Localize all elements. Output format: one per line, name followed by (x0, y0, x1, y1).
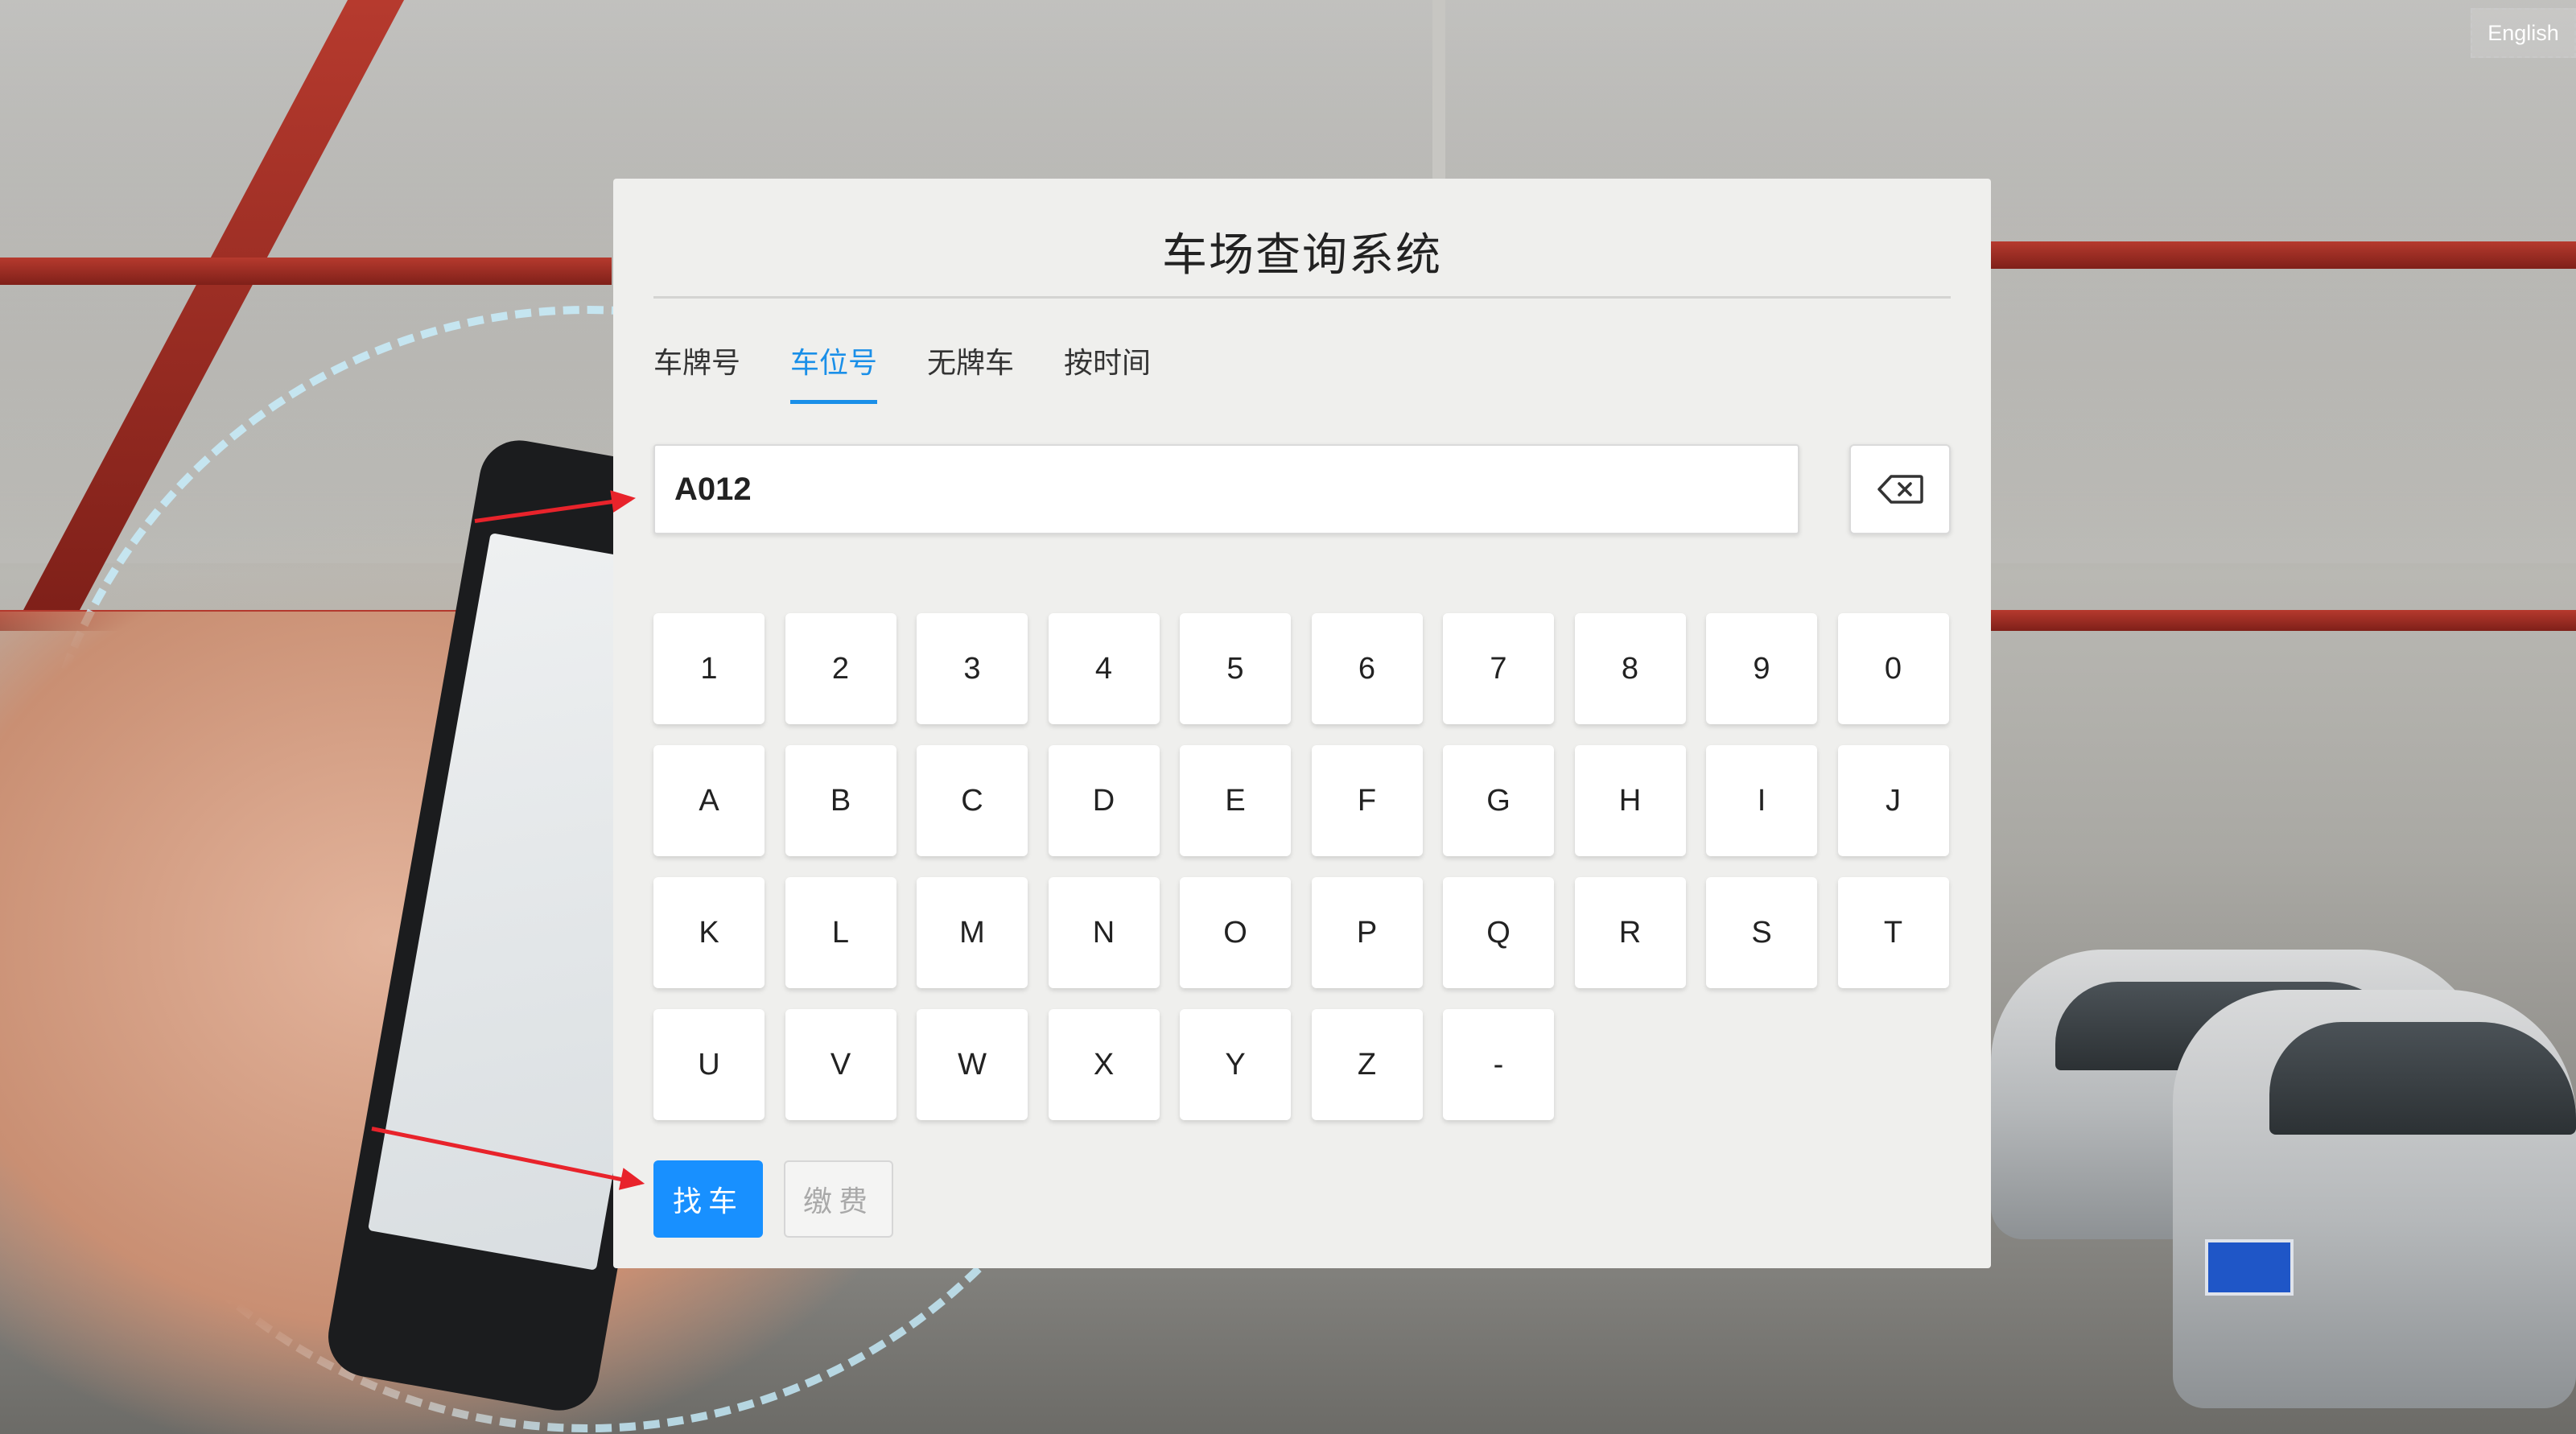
background-beam (0, 258, 612, 285)
key-h[interactable]: H (1574, 745, 1686, 856)
key-4[interactable]: 4 (1048, 613, 1160, 724)
search-mode-tabs: 车牌号 车位号 无牌车 按时间 (653, 340, 1201, 404)
key-g[interactable]: G (1443, 745, 1554, 856)
key-l[interactable]: L (785, 877, 896, 988)
background-car (2173, 990, 2576, 1408)
key-s[interactable]: S (1706, 877, 1817, 988)
key-k[interactable]: K (653, 877, 765, 988)
keyboard-row: 1234567890 (653, 613, 1951, 724)
key-d[interactable]: D (1048, 745, 1160, 856)
search-panel: 车场查询系统 车牌号 车位号 无牌车 按时间 A012 1234567890AB… (613, 179, 1991, 1268)
key-u[interactable]: U (653, 1009, 765, 1120)
backspace-button[interactable] (1849, 444, 1951, 534)
key-q[interactable]: Q (1443, 877, 1554, 988)
key-b[interactable]: B (785, 745, 896, 856)
key-7[interactable]: 7 (1443, 613, 1554, 724)
key-p[interactable]: P (1311, 877, 1423, 988)
language-button[interactable]: English (2471, 8, 2576, 58)
pay-fee-button[interactable]: 缴费 (784, 1160, 893, 1238)
key-0[interactable]: 0 (1837, 613, 1949, 724)
backspace-icon (1877, 475, 1923, 504)
key-r[interactable]: R (1574, 877, 1686, 988)
keyboard-row: UVWXYZ- (653, 1009, 1951, 1120)
key-9[interactable]: 9 (1706, 613, 1817, 724)
key-m[interactable]: M (917, 877, 1028, 988)
background-beam (1991, 610, 2576, 631)
key-3[interactable]: 3 (917, 613, 1028, 724)
key-o[interactable]: O (1180, 877, 1291, 988)
page-title: 车场查询系统 (1162, 229, 1442, 282)
key-8[interactable]: 8 (1574, 613, 1686, 724)
tab-plate-number[interactable]: 车牌号 (653, 340, 740, 404)
key-i[interactable]: I (1706, 745, 1817, 856)
key-w[interactable]: W (917, 1009, 1028, 1120)
key-v[interactable]: V (785, 1009, 896, 1120)
key-1[interactable]: 1 (653, 613, 765, 724)
key-x[interactable]: X (1048, 1009, 1160, 1120)
key-z[interactable]: Z (1311, 1009, 1423, 1120)
title-divider (653, 296, 1951, 299)
key-2[interactable]: 2 (785, 613, 896, 724)
keyboard-row: KLMNOPQRST (653, 877, 1951, 988)
key-t[interactable]: T (1837, 877, 1949, 988)
key-dash[interactable]: - (1443, 1009, 1554, 1120)
background-pipe (1432, 0, 1445, 179)
tab-no-plate[interactable]: 无牌车 (927, 340, 1014, 404)
background-beam (1991, 241, 2576, 269)
key-a[interactable]: A (653, 745, 765, 856)
key-j[interactable]: J (1837, 745, 1949, 856)
tab-by-time[interactable]: 按时间 (1064, 340, 1151, 404)
find-car-button[interactable]: 找车 (653, 1160, 763, 1238)
key-e[interactable]: E (1180, 745, 1291, 856)
key-6[interactable]: 6 (1311, 613, 1423, 724)
key-y[interactable]: Y (1180, 1009, 1291, 1120)
virtual-keyboard: 1234567890 ABCDEFGHIJ KLMNOPQRST UVWXYZ- (653, 613, 1951, 1141)
tab-space-number[interactable]: 车位号 (790, 340, 878, 404)
key-f[interactable]: F (1311, 745, 1423, 856)
key-n[interactable]: N (1048, 877, 1160, 988)
keyboard-row: ABCDEFGHIJ (653, 745, 1951, 856)
key-5[interactable]: 5 (1180, 613, 1291, 724)
space-number-input[interactable]: A012 (653, 444, 1799, 534)
key-c[interactable]: C (917, 745, 1028, 856)
